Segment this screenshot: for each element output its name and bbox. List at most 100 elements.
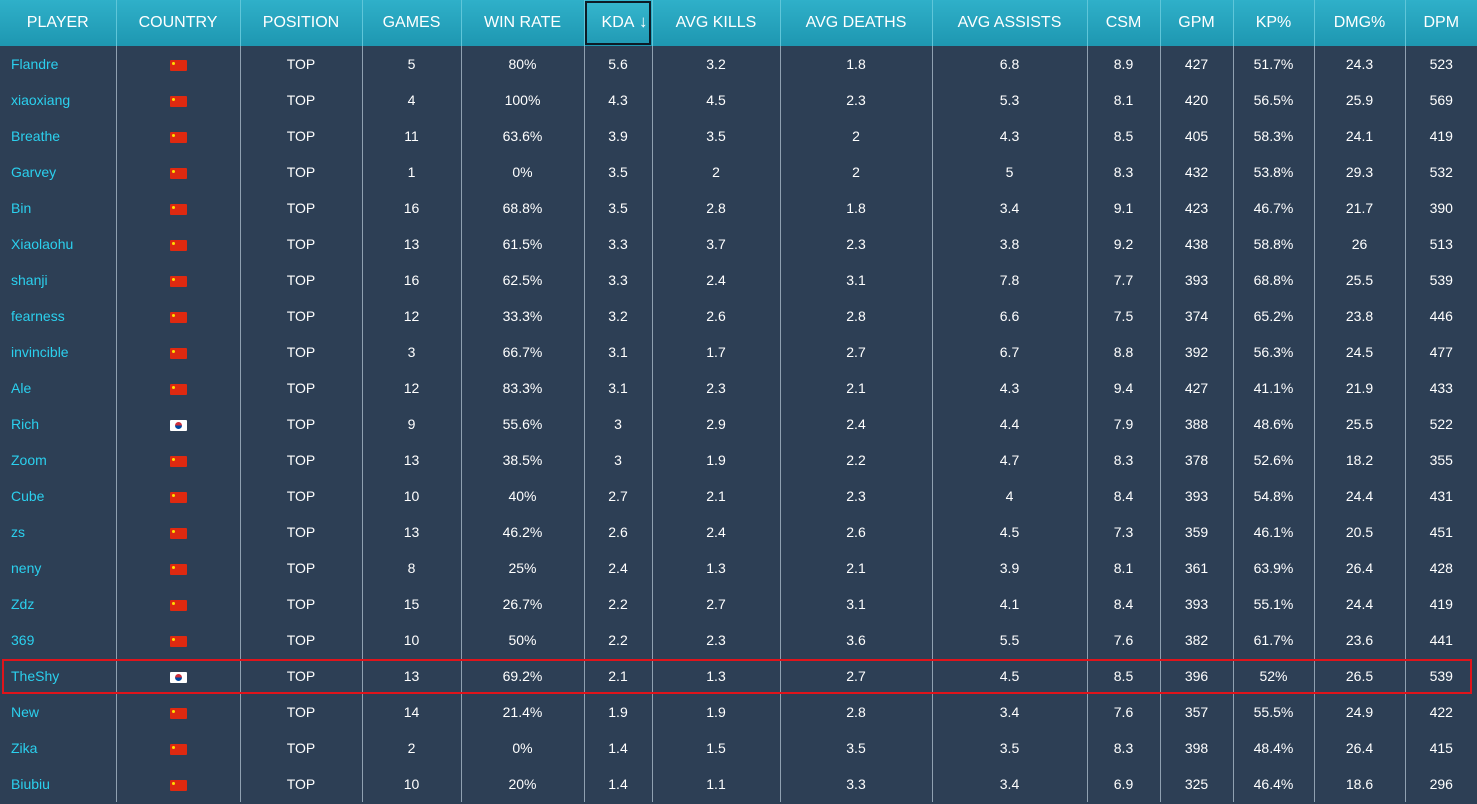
avg_kills-cell: 1.7: [652, 334, 781, 370]
kda-cell: 2.2: [584, 622, 653, 658]
column-header-avg_kills[interactable]: AVG KILLS: [652, 0, 781, 46]
csm-cell: 8.3: [1087, 730, 1161, 766]
position-cell: TOP: [240, 442, 363, 478]
position-cell: TOP: [240, 766, 363, 802]
player-name-link[interactable]: Garvey: [0, 154, 117, 190]
column-header-games[interactable]: GAMES: [362, 0, 462, 46]
csm-cell: 9.4: [1087, 370, 1161, 406]
player-name-link[interactable]: fearness: [0, 298, 117, 334]
kda-cell: 2.4: [584, 550, 653, 586]
column-header-country[interactable]: COUNTRY: [116, 0, 241, 46]
avg_deaths-cell: 1.8: [780, 190, 933, 226]
column-header-avg_deaths[interactable]: AVG DEATHS: [780, 0, 933, 46]
table-row: Garvey TOP 1 0% 3.5 2 2 5 8.3 432 53.8% 29.3 532: [0, 154, 1477, 190]
column-header-label: GPM: [1178, 14, 1215, 31]
country-cell: [116, 226, 241, 262]
dpm-cell: 569: [1429, 92, 1453, 108]
player-name-link[interactable]: invincible: [0, 334, 117, 370]
dpm-cell: 419: [1429, 596, 1453, 612]
games-cell: 1: [362, 154, 462, 190]
country-cell: [116, 154, 241, 190]
winrate-cell: 20%: [461, 766, 585, 802]
kp-cell: 58.8%: [1233, 226, 1315, 262]
column-header-label: POSITION: [262, 14, 340, 31]
china-flag-icon: [169, 275, 187, 287]
player-name-link[interactable]: Cube: [0, 478, 117, 514]
games-cell: 10: [362, 478, 462, 514]
avg_assists-cell: 4.3: [932, 370, 1088, 406]
player-name-link[interactable]: Biubiu: [0, 766, 117, 802]
column-header-dpm[interactable]: DPM: [1405, 0, 1477, 46]
games-cell: 12: [362, 298, 462, 334]
csm-cell: 8.9: [1087, 46, 1161, 82]
china-flag-icon: [169, 167, 187, 179]
country-cell: [116, 370, 241, 406]
column-header-winrate[interactable]: WIN RATE: [461, 0, 585, 46]
position-cell: TOP: [240, 586, 363, 622]
column-header-kp[interactable]: KP%: [1233, 0, 1315, 46]
column-header-csm[interactable]: CSM: [1087, 0, 1161, 46]
avg_assists-cell: 4.3: [932, 118, 1088, 154]
avg_kills-cell: 2.3: [652, 622, 781, 658]
avg_kills-cell: 1.9: [652, 442, 781, 478]
country-cell: [116, 190, 241, 226]
dpm-cell: 477: [1429, 344, 1453, 360]
player-name-link[interactable]: neny: [0, 550, 117, 586]
dpm-cell: 522: [1429, 416, 1453, 432]
gpm-cell: 382: [1160, 622, 1234, 658]
kp-cell: 48.6%: [1233, 406, 1315, 442]
player-name-link[interactable]: shanji: [0, 262, 117, 298]
column-header-dmg[interactable]: DMG%: [1314, 0, 1406, 46]
china-flag-icon: [169, 59, 187, 71]
player-name-link[interactable]: New: [0, 694, 117, 730]
avg_assists-cell: 4.7: [932, 442, 1088, 478]
gpm-cell: 432: [1160, 154, 1234, 190]
winrate-cell: 50%: [461, 622, 585, 658]
country-cell: [116, 262, 241, 298]
avg_assists-cell: 4.5: [932, 514, 1088, 550]
games-cell: 5: [362, 46, 462, 82]
kda-cell: 3.9: [584, 118, 653, 154]
kp-cell: 65.2%: [1233, 298, 1315, 334]
player-name-link[interactable]: Flandre: [0, 46, 117, 82]
avg_assists-cell: 3.8: [932, 226, 1088, 262]
column-header-kda[interactable]: KDA ↓: [584, 0, 653, 46]
player-name-link[interactable]: Xiaolaohu: [0, 226, 117, 262]
player-name-link[interactable]: Ale: [0, 370, 117, 406]
country-cell: [116, 622, 241, 658]
dpm-cell: 441: [1429, 632, 1453, 648]
column-header-label: GAMES: [382, 14, 441, 31]
player-name-link[interactable]: Rich: [0, 406, 117, 442]
csm-cell: 8.4: [1087, 478, 1161, 514]
column-header-position[interactable]: POSITION: [240, 0, 363, 46]
games-cell: 9: [362, 406, 462, 442]
player-name-link[interactable]: zs: [0, 514, 117, 550]
player-name-link[interactable]: Zika: [0, 730, 117, 766]
column-header-avg_assists[interactable]: AVG ASSISTS: [932, 0, 1088, 46]
csm-cell: 7.6: [1087, 694, 1161, 730]
csm-cell: 8.8: [1087, 334, 1161, 370]
dpm-cell: 532: [1429, 164, 1453, 180]
csm-cell: 8.1: [1087, 550, 1161, 586]
player-name-link[interactable]: Bin: [0, 190, 117, 226]
player-name-link[interactable]: TheShy: [0, 658, 117, 694]
player-name-link[interactable]: xiaoxiang: [0, 82, 117, 118]
column-header-gpm[interactable]: GPM: [1160, 0, 1234, 46]
winrate-cell: 40%: [461, 478, 585, 514]
position-cell: TOP: [240, 46, 363, 82]
player-name-link[interactable]: Zdz: [0, 586, 117, 622]
stats-table-container: PLAYER COUNTRY POSITION GAMES WIN RATE KDA ↓ AV…: [0, 0, 1477, 804]
column-header-label: AVG KILLS: [675, 14, 757, 31]
column-header-player[interactable]: PLAYER: [0, 0, 117, 46]
kda-cell: 3.5: [584, 154, 653, 190]
avg_kills-cell: 3.2: [652, 46, 781, 82]
winrate-cell: 25%: [461, 550, 585, 586]
position-cell: TOP: [240, 190, 363, 226]
dmg-cell: 26.5: [1314, 658, 1406, 694]
avg_deaths-cell: 2.4: [780, 406, 933, 442]
player-name-link[interactable]: Zoom: [0, 442, 117, 478]
avg_assists-cell: 4.4: [932, 406, 1088, 442]
position-cell: TOP: [240, 82, 363, 118]
player-name-link[interactable]: 369: [0, 622, 117, 658]
player-name-link[interactable]: Breathe: [0, 118, 117, 154]
